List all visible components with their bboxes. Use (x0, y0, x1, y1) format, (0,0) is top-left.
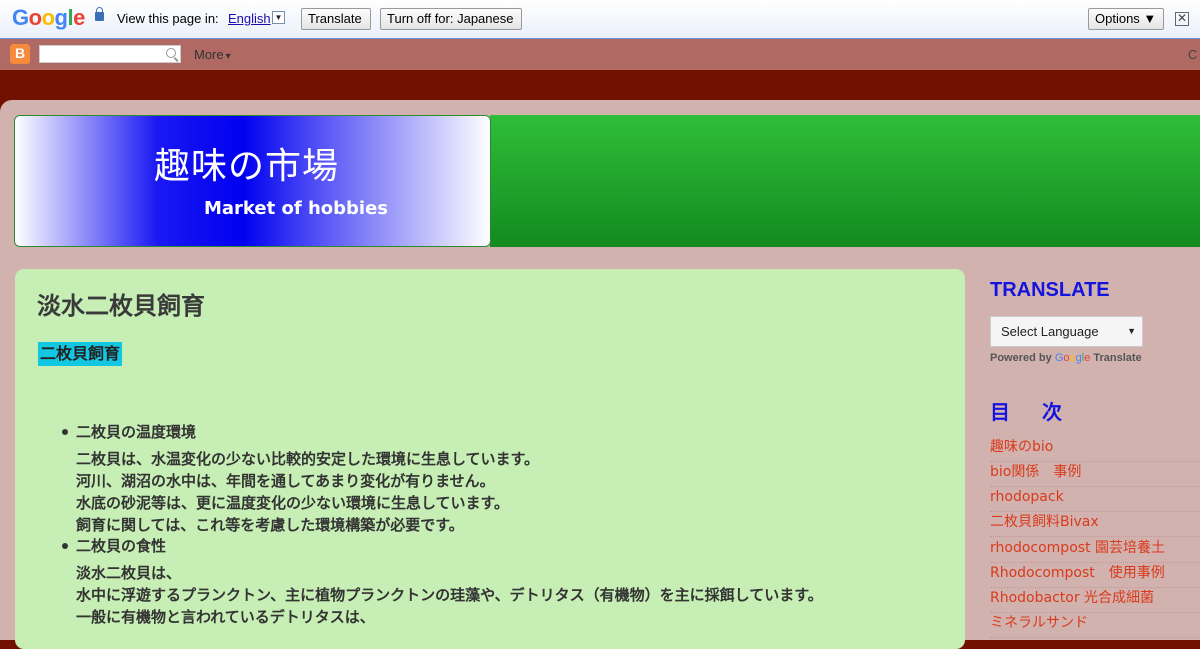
toc-link[interactable]: 趣味のbio (990, 436, 1200, 462)
paragraph-line: 二枚貝は、水温変化の少ない比較的安定した環境に生息しています。 (76, 450, 540, 468)
toc-link[interactable]: bio関係 事例 (990, 461, 1200, 487)
toc-link[interactable]: rhodocompost 園芸培養土 (990, 537, 1200, 563)
options-button[interactable]: Options ▼ (1088, 8, 1164, 30)
powered-by: Powered by Google Translate (990, 352, 1142, 364)
toc-link[interactable]: Rhodocompost 使用事例 (990, 562, 1200, 588)
blogger-icon[interactable] (10, 44, 30, 64)
paragraph-line: 一般に有機物と言われているデトリタスは、 (76, 608, 375, 626)
language-dropdown-icon[interactable]: ▼ (272, 11, 285, 24)
close-icon[interactable]: ✕ (1175, 12, 1189, 26)
navbar-right-text[interactable]: C (1188, 47, 1197, 62)
blogger-navbar: More▾ C (0, 39, 1200, 70)
translate-button[interactable]: Translate (301, 8, 371, 30)
navbar-search (39, 45, 181, 64)
blog-title[interactable]: 趣味の市場 (154, 137, 339, 189)
translate-prompt: View this page in: (117, 11, 219, 26)
more-label: More (194, 47, 224, 62)
language-select[interactable]: Select Language ▼ (990, 316, 1143, 347)
translate-heading: TRANSLATE (990, 279, 1110, 301)
paragraph-line: 淡水二枚貝は、 (76, 564, 182, 582)
paragraph-line: 水底の砂泥等は、更に温度変化の少ない環境に生息しています。 (76, 494, 510, 512)
search-input[interactable] (42, 50, 160, 64)
toc-heading: 目 次 (990, 400, 1068, 424)
bullet-icon (62, 543, 68, 549)
translate-word: Translate (1093, 352, 1142, 364)
toc-link[interactable]: ミネラルサンド (990, 612, 1200, 638)
more-menu[interactable]: More ▾ (194, 47, 231, 62)
powered-by-label: Powered by (990, 352, 1052, 364)
toc-link[interactable]: rhodopack (990, 486, 1200, 512)
chevron-down-icon: ▼ (1127, 326, 1136, 336)
list-item: 二枚貝の食性 (76, 537, 167, 555)
paragraph-line: 河川、湖沼の水中は、年間を通してあまり変化が有りません。 (76, 472, 495, 490)
lock-icon (95, 7, 104, 21)
paragraph-line: 飼育に関しては、これ等を考慮した環境構築が必要です。 (76, 516, 464, 534)
language-link[interactable]: English (228, 11, 271, 26)
post-title: 淡水二枚貝飼育 (37, 292, 205, 320)
chevron-down-icon: ▾ (225, 51, 231, 62)
toc-link[interactable]: Rhodobactor 光合成細菌 (990, 587, 1200, 613)
header-background (490, 115, 1200, 247)
paragraph-line: 水中に浮遊するプランクトン、主に植物プランクトンの珪藻や、デトリタス（有機物）を… (76, 586, 823, 604)
highlighted-heading: 二枚貝飼育 (38, 342, 123, 366)
google-wordmark[interactable]: Google (1055, 352, 1091, 364)
blog-subtitle: Market of hobbies (204, 198, 389, 219)
search-icon[interactable] (166, 48, 176, 58)
google-logo: Google (12, 5, 85, 30)
bullet-icon (62, 429, 68, 435)
turn-off-button[interactable]: Turn off for: Japanese (380, 8, 522, 30)
list-item: 二枚貝の温度環境 (76, 423, 197, 441)
google-translate-bar: Google View this page in: English ▼ Tran… (0, 0, 1200, 39)
toc-link[interactable]: 二枚貝飼料Bivax (990, 511, 1200, 537)
language-select-label: Select Language (1001, 324, 1099, 339)
